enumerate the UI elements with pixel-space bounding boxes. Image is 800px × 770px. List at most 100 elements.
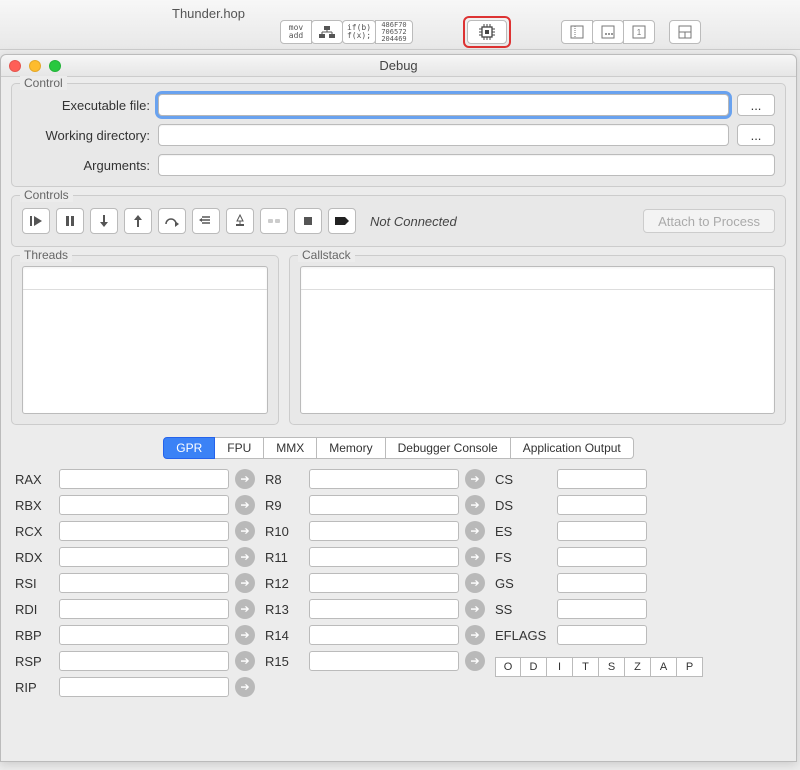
pseudocode-mode-button[interactable]: if(b) f(x);: [342, 20, 376, 44]
reg-input-es[interactable]: [557, 521, 647, 541]
reg-input-r14[interactable]: [309, 625, 459, 645]
reg-input-r13[interactable]: [309, 599, 459, 619]
reg-input-rip[interactable]: [59, 677, 229, 697]
reg-goto-r15[interactable]: [465, 651, 485, 671]
reg-goto-rsp[interactable]: [235, 651, 255, 671]
flag-p[interactable]: P: [677, 657, 703, 677]
reg-label-gs: GS: [495, 576, 551, 591]
reg-input-rbx[interactable]: [59, 495, 229, 515]
tab-fpu[interactable]: FPU: [215, 437, 264, 459]
flag-z[interactable]: Z: [625, 657, 651, 677]
reg-label-r14: R14: [265, 628, 303, 643]
reg-goto-r9[interactable]: [465, 495, 485, 515]
reg-input-r15[interactable]: [309, 651, 459, 671]
reg-goto-rdi[interactable]: [235, 599, 255, 619]
breakpoint-button[interactable]: [226, 208, 254, 234]
tab-debugger-console[interactable]: Debugger Console: [386, 437, 511, 459]
tab-memory[interactable]: Memory: [317, 437, 385, 459]
step-to-line-button[interactable]: [192, 208, 220, 234]
reg-input-r11[interactable]: [309, 547, 459, 567]
flag-s[interactable]: S: [599, 657, 625, 677]
toolbar-layout-group: 1: [561, 20, 655, 44]
reg-input-rdi[interactable]: [59, 599, 229, 619]
step-into-button[interactable]: [90, 208, 118, 234]
arguments-input[interactable]: [158, 154, 775, 176]
reg-goto-r11[interactable]: [465, 547, 485, 567]
reg-goto-rsi[interactable]: [235, 573, 255, 593]
reg-input-gs[interactable]: [557, 573, 647, 593]
layout-btn-2[interactable]: [592, 20, 624, 44]
control-section: Control Executable file: ... Working dir…: [11, 83, 786, 187]
debugger-button-highlight: [463, 16, 511, 48]
reg-goto-rip[interactable]: [235, 677, 255, 697]
reg-goto-r8[interactable]: [465, 469, 485, 489]
reg-input-cs[interactable]: [557, 469, 647, 489]
tab-gpr[interactable]: GPR: [163, 437, 215, 459]
toolbar-mode-group: mov add if(b) f(x); 486F70 706572 204469: [280, 20, 413, 44]
reg-input-r12[interactable]: [309, 573, 459, 593]
layout-btn-3[interactable]: 1: [623, 20, 655, 44]
window-title-bar: Debug: [1, 55, 796, 77]
reg-goto-rax[interactable]: [235, 469, 255, 489]
stop-button[interactable]: [294, 208, 322, 234]
reg-input-rbp[interactable]: [59, 625, 229, 645]
tab-application-output[interactable]: Application Output: [511, 437, 634, 459]
hex-mode-button[interactable]: 486F70 706572 204469: [375, 20, 413, 44]
eflags-bits: O D I T S Z A P: [495, 657, 703, 677]
workdir-browse-button[interactable]: ...: [737, 124, 775, 146]
debugger-button[interactable]: [467, 20, 507, 44]
layout-btn-4[interactable]: [669, 20, 701, 44]
reg-input-rax[interactable]: [59, 469, 229, 489]
reg-label-ds: DS: [495, 498, 551, 513]
reg-input-rcx[interactable]: [59, 521, 229, 541]
reg-input-rsi[interactable]: [59, 573, 229, 593]
threads-legend: Threads: [20, 248, 72, 262]
reg-input-rsp[interactable]: [59, 651, 229, 671]
reg-goto-rbx[interactable]: [235, 495, 255, 515]
reg-goto-rbp[interactable]: [235, 625, 255, 645]
reg-input-fs[interactable]: [557, 547, 647, 567]
reg-input-r8[interactable]: [309, 469, 459, 489]
reg-label-r9: R9: [265, 498, 303, 513]
reg-input-eflags[interactable]: [557, 625, 647, 645]
reg-input-rdx[interactable]: [59, 547, 229, 567]
controls-legend: Controls: [20, 188, 73, 202]
reg-label-rdi: RDI: [15, 602, 53, 617]
step-over-button[interactable]: [158, 208, 186, 234]
debugger-status: Not Connected: [370, 214, 457, 229]
threads-list[interactable]: [22, 266, 268, 414]
flag-i[interactable]: I: [547, 657, 573, 677]
reg-input-ss[interactable]: [557, 599, 647, 619]
asm-mode-button[interactable]: mov add: [280, 20, 312, 44]
reg-goto-r12[interactable]: [465, 573, 485, 593]
reg-goto-r10[interactable]: [465, 521, 485, 541]
threads-section: Threads: [11, 255, 279, 425]
attach-to-process-button[interactable]: Attach to Process: [643, 209, 775, 233]
workdir-input[interactable]: [158, 124, 729, 146]
pause-button[interactable]: [56, 208, 84, 234]
flag-t[interactable]: T: [573, 657, 599, 677]
executable-input[interactable]: [158, 94, 729, 116]
chip-icon: [478, 24, 496, 40]
flag-d[interactable]: D: [521, 657, 547, 677]
reg-input-r10[interactable]: [309, 521, 459, 541]
tab-mmx[interactable]: MMX: [264, 437, 317, 459]
callstack-list[interactable]: [300, 266, 775, 414]
reg-input-ds[interactable]: [557, 495, 647, 515]
reg-goto-r13[interactable]: [465, 599, 485, 619]
flag-a[interactable]: A: [651, 657, 677, 677]
reg-goto-rdx[interactable]: [235, 547, 255, 567]
reg-input-r9[interactable]: [309, 495, 459, 515]
toggle-breakpoints-button[interactable]: [260, 208, 288, 234]
flag-o[interactable]: O: [495, 657, 521, 677]
executable-browse-button[interactable]: ...: [737, 94, 775, 116]
reg-goto-rcx[interactable]: [235, 521, 255, 541]
reg-goto-r14[interactable]: [465, 625, 485, 645]
controls-section: Controls Not Connected Attach to Process: [11, 195, 786, 247]
executable-label: Executable file:: [22, 98, 150, 113]
continue-button[interactable]: [22, 208, 50, 234]
step-out-button[interactable]: [124, 208, 152, 234]
cfg-mode-button[interactable]: [311, 20, 343, 44]
layout-btn-1[interactable]: [561, 20, 593, 44]
tag-button[interactable]: [328, 208, 356, 234]
